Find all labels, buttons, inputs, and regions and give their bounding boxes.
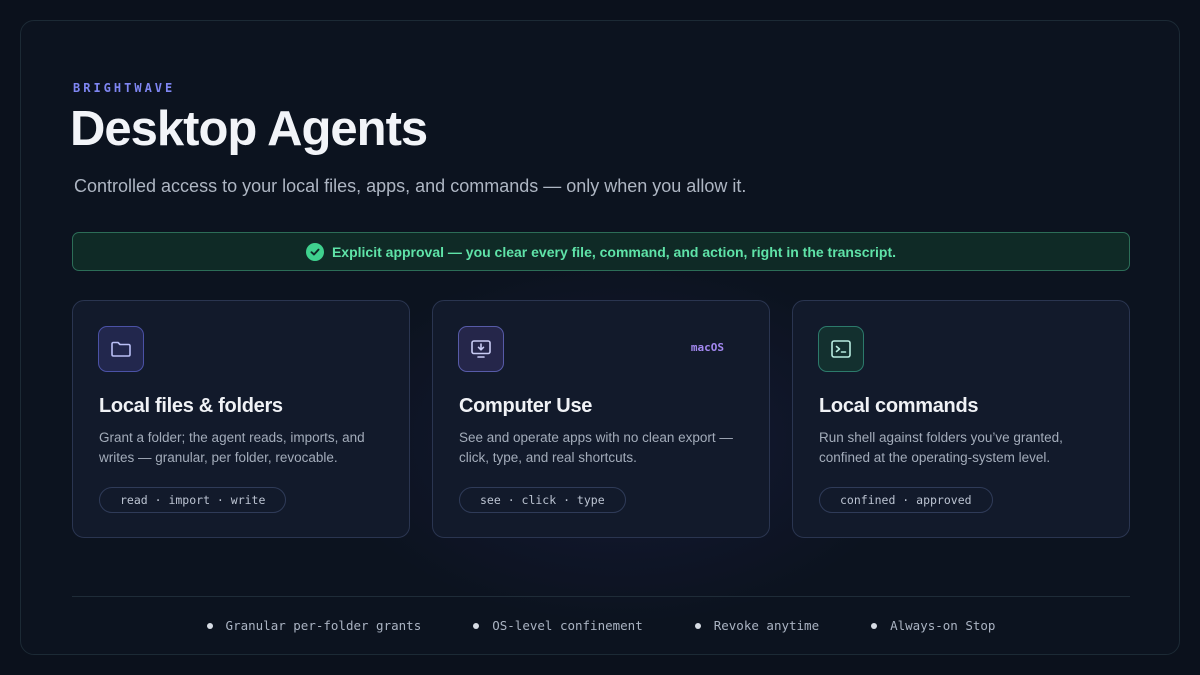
footer-item-label: OS-level confinement xyxy=(492,618,643,633)
card-description: Grant a folder; the agent reads, imports… xyxy=(99,430,365,465)
bullet-icon xyxy=(473,622,480,629)
platform-tag: macOS xyxy=(690,341,724,354)
check-circle-icon xyxy=(305,242,324,261)
footer-item-label: Granular per-folder grants xyxy=(225,618,422,633)
card-title: Local commands xyxy=(819,395,979,417)
footer-item-label: Always-on Stop xyxy=(890,618,996,633)
footer-item: Revoke anytime xyxy=(694,618,820,633)
card-title: Local files & folders xyxy=(99,395,283,417)
page-subtitle: Controlled access to your local files, a… xyxy=(74,176,747,196)
terminal-icon xyxy=(818,326,864,372)
capability-pill: see · click · type xyxy=(459,487,626,513)
card-description: See and operate apps with no clean expor… xyxy=(459,430,733,465)
card-computer-use: macOS Computer Use See and operate apps … xyxy=(432,300,770,538)
footer-item: Granular per-folder grants xyxy=(206,618,422,633)
approval-banner: Explicit approval — you clear every file… xyxy=(72,232,1130,271)
feature-footer: Granular per-folder grants OS-level conf… xyxy=(21,618,1181,633)
bullet-icon xyxy=(694,622,701,629)
capability-pill: confined · approved xyxy=(819,487,993,513)
approval-banner-text: Explicit approval — you clear every file… xyxy=(331,243,897,260)
folder-icon xyxy=(98,326,144,372)
card-description: Run shell against folders you’ve granted… xyxy=(819,430,1063,465)
card-local-files: Local files & folders Grant a folder; th… xyxy=(72,300,410,538)
page-title: Desktop Agents xyxy=(70,102,428,156)
footer-divider xyxy=(72,596,1130,597)
footer-item: OS-level confinement xyxy=(473,618,643,633)
bullet-icon xyxy=(206,622,213,629)
card-local-commands: Local commands Run shell against folders… xyxy=(792,300,1130,538)
monitor-download-icon xyxy=(458,326,504,372)
footer-item: Always-on Stop xyxy=(871,618,995,633)
capability-pill: read · import · write xyxy=(99,487,287,513)
bullet-icon xyxy=(871,622,878,629)
card-title: Computer Use xyxy=(459,395,593,417)
brand-eyebrow: BRIGHTWAVE xyxy=(73,81,176,95)
footer-item-label: Revoke anytime xyxy=(713,618,820,633)
slide-frame: BRIGHTWAVE Desktop Agents Controlled acc… xyxy=(20,20,1180,655)
